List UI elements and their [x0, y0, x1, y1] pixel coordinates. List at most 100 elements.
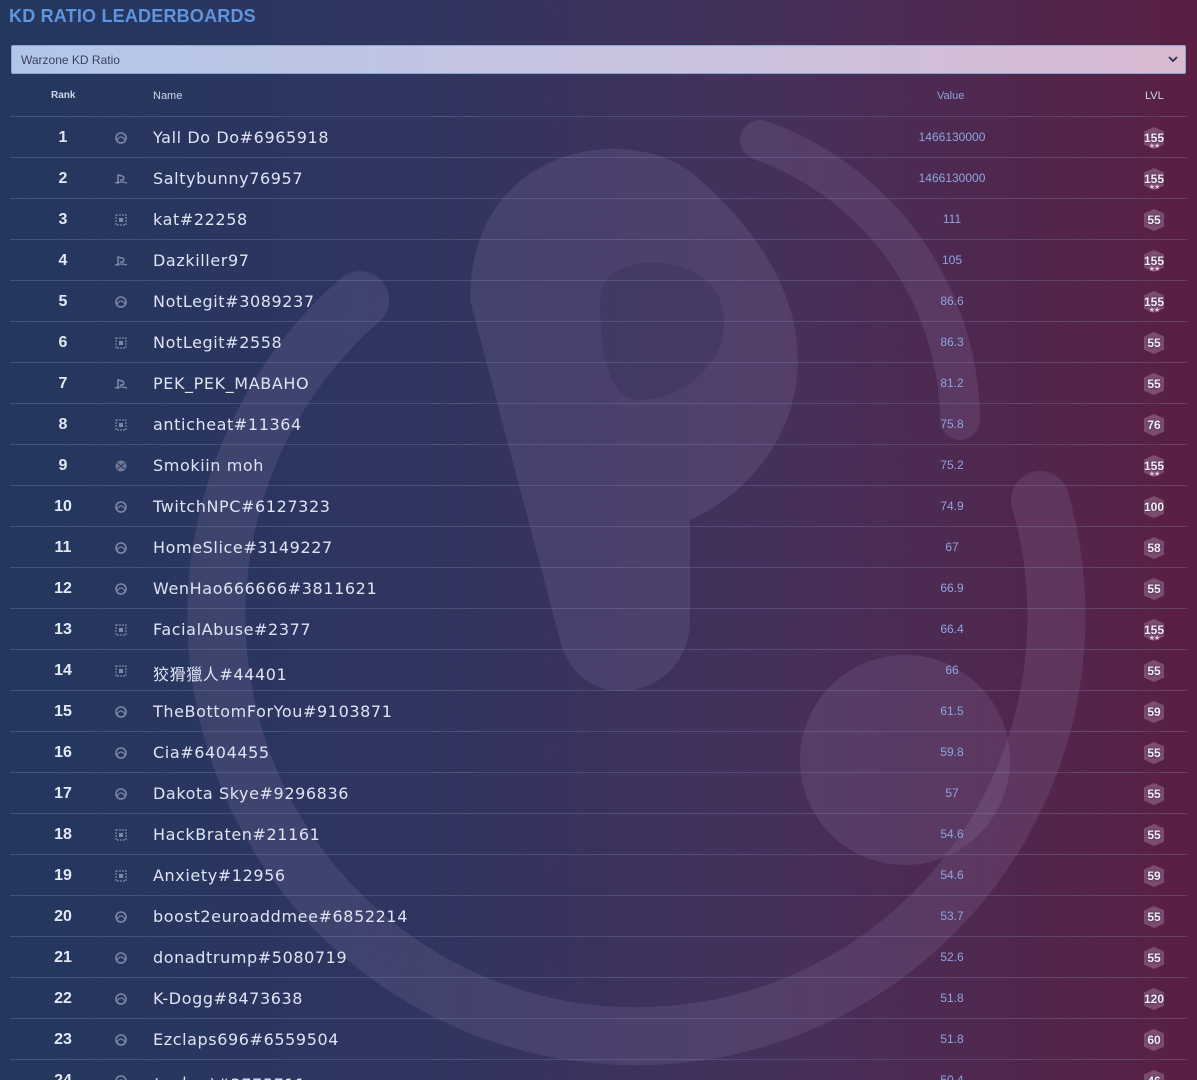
player-name-link[interactable]: kat#22258	[153, 210, 248, 229]
table-row[interactable]: 12 WenHao666666#3811621 66.9 55	[10, 567, 1187, 608]
player-name-link[interactable]: 狡猾獵人#44401	[153, 661, 287, 685]
level-badge: 76	[1138, 413, 1170, 437]
table-row[interactable]: 11 HomeSlice#3149227 67 58	[10, 526, 1187, 567]
player-name-link[interactable]: K-Dogg#8473638	[153, 989, 303, 1008]
battlenet-icon	[115, 911, 127, 923]
column-name[interactable]: Name	[153, 90, 182, 102]
level-badge: 155 ★★	[1138, 618, 1170, 642]
player-name-link[interactable]: Saltybunny76957	[153, 169, 303, 188]
level-value: 120	[1143, 992, 1165, 1006]
table-row[interactable]: 2 Saltybunny76957 1466130000 155 ★★	[10, 157, 1187, 198]
table-row[interactable]: 4 Dazkiller97 105 155 ★★	[10, 239, 1187, 280]
row-value: 86.3	[940, 335, 964, 349]
row-value: 1466130000	[918, 171, 986, 185]
activision-icon	[115, 624, 127, 636]
level-badge: 100	[1138, 495, 1170, 519]
table-row[interactable]: 17 Dakota Skye#9296836 57 55	[10, 772, 1187, 813]
player-name-link[interactable]: WenHao666666#3811621	[153, 579, 377, 598]
player-name-link[interactable]: anticheat#11364	[153, 415, 302, 434]
row-value: 57	[945, 786, 959, 800]
table-row[interactable]: 1 Yall Do Do#6965918 1466130000 155 ★★	[10, 116, 1187, 157]
row-value: 105	[941, 253, 963, 267]
level-value: 60	[1147, 1033, 1161, 1047]
table-row[interactable]: 13 FacialAbuse#2377 66.4 155 ★★	[10, 608, 1187, 649]
table-row[interactable]: 7 PEK_PEK_MABAHO 81.2 55	[10, 362, 1187, 403]
row-rank: 18	[54, 826, 72, 843]
player-name-link[interactable]: FacialAbuse#2377	[153, 620, 311, 639]
row-value: 54.6	[940, 868, 964, 882]
table-row[interactable]: 5 NotLegit#3089237 86.6 155 ★★	[10, 280, 1187, 321]
level-badge: 55	[1138, 372, 1170, 396]
player-name-link[interactable]: (・人・)#3775711	[153, 1071, 306, 1080]
player-name-link[interactable]: Dakota Skye#9296836	[153, 784, 349, 803]
player-name-link[interactable]: NotLegit#2558	[153, 333, 282, 352]
player-name-link[interactable]: Cia#6404455	[153, 743, 270, 762]
player-name-link[interactable]: TheBottomForYou#9103871	[153, 702, 393, 721]
table-row[interactable]: 16 Cia#6404455 59.8 55	[10, 731, 1187, 772]
leaderboard-type-select[interactable]: Warzone KD Ratio	[11, 45, 1186, 74]
table-row[interactable]: 6 NotLegit#2558 86.3 55	[10, 321, 1187, 362]
row-value: 66	[945, 663, 959, 677]
row-value: 66.4	[940, 622, 964, 636]
table-row[interactable]: 23 Ezclaps696#6559504 51.8 60	[10, 1018, 1187, 1059]
row-rank: 9	[58, 457, 68, 474]
column-value[interactable]: Value	[937, 90, 964, 102]
table-row[interactable]: 8 anticheat#11364 75.8 76	[10, 403, 1187, 444]
column-lvl[interactable]: LVL	[1145, 90, 1164, 102]
row-rank: 11	[54, 539, 72, 556]
table-row[interactable]: 15 TheBottomForYou#9103871 61.5 59	[10, 690, 1187, 731]
level-badge: 155 ★★	[1138, 249, 1170, 273]
battlenet-icon	[115, 706, 127, 718]
level-badge: 46	[1138, 1069, 1170, 1080]
table-row[interactable]: 21 donadtrump#5080719 52.6 55	[10, 936, 1187, 977]
player-name-link[interactable]: donadtrump#5080719	[153, 948, 347, 967]
player-name-link[interactable]: TwitchNPC#6127323	[153, 497, 331, 516]
player-name-link[interactable]: Yall Do Do#6965918	[153, 128, 329, 147]
column-rank[interactable]: Rank	[51, 90, 75, 101]
row-rank: 24	[34, 1072, 92, 1080]
row-value: 51.8	[940, 1032, 964, 1046]
player-name-link[interactable]: Anxiety#12956	[153, 866, 286, 885]
level-value: 55	[1147, 336, 1161, 350]
player-name-link[interactable]: NotLegit#3089237	[153, 292, 315, 311]
table-header: Rank Name Value LVL	[0, 88, 1197, 106]
level-badge: 58	[1138, 536, 1170, 560]
player-name-link[interactable]: HomeSlice#3149227	[153, 538, 333, 557]
level-badge: 55	[1138, 331, 1170, 355]
table-row[interactable]: 19 Anxiety#12956 54.6 59	[10, 854, 1187, 895]
player-name-link[interactable]: Dazkiller97	[153, 251, 250, 270]
row-rank: 13	[54, 621, 72, 638]
row-value: 59.8	[940, 745, 964, 759]
row-rank: 5	[58, 293, 68, 310]
row-rank: 22	[54, 990, 72, 1007]
activision-icon	[115, 337, 127, 349]
prestige-stars-icon: ★★	[1148, 471, 1161, 478]
battlenet-icon	[115, 993, 127, 1005]
table-row[interactable]: 10 TwitchNPC#6127323 74.9 100	[10, 485, 1187, 526]
level-value: 55	[1147, 951, 1161, 965]
row-rank: 12	[54, 580, 72, 597]
level-badge: 55	[1138, 946, 1170, 970]
table-row[interactable]: 9 Smokiin moh 75.2 155 ★★	[10, 444, 1187, 485]
table-row[interactable]: 3 kat#22258 111 55	[10, 198, 1187, 239]
row-rank: 14	[54, 662, 72, 679]
level-badge: 55	[1138, 577, 1170, 601]
table-row[interactable]: 18 HackBraten#21161 54.6 55	[10, 813, 1187, 854]
player-name-link[interactable]: Ezclaps696#6559504	[153, 1030, 339, 1049]
table-row[interactable]: 14 狡猾獵人#44401 66 55	[10, 649, 1187, 690]
table-row[interactable]: 22 K-Dogg#8473638 51.8 120	[10, 977, 1187, 1018]
player-name-link[interactable]: PEK_PEK_MABAHO	[153, 374, 309, 393]
playstation-icon	[114, 379, 128, 389]
level-value: 59	[1147, 869, 1161, 883]
battlenet-icon	[115, 788, 127, 800]
player-name-link[interactable]: HackBraten#21161	[153, 825, 320, 844]
table-row[interactable]: 24 (・人・)#3775711 50.4 46	[10, 1059, 1187, 1080]
level-value: 46	[1147, 1074, 1160, 1080]
row-rank: 16	[54, 744, 72, 761]
player-name-link[interactable]: Smokiin moh	[153, 456, 264, 475]
row-rank: 1	[58, 129, 68, 146]
row-rank: 23	[54, 1031, 72, 1048]
player-name-link[interactable]: boost2euroaddmee#6852214	[153, 907, 408, 926]
table-row[interactable]: 20 boost2euroaddmee#6852214 53.7 55	[10, 895, 1187, 936]
activision-icon	[115, 419, 127, 431]
